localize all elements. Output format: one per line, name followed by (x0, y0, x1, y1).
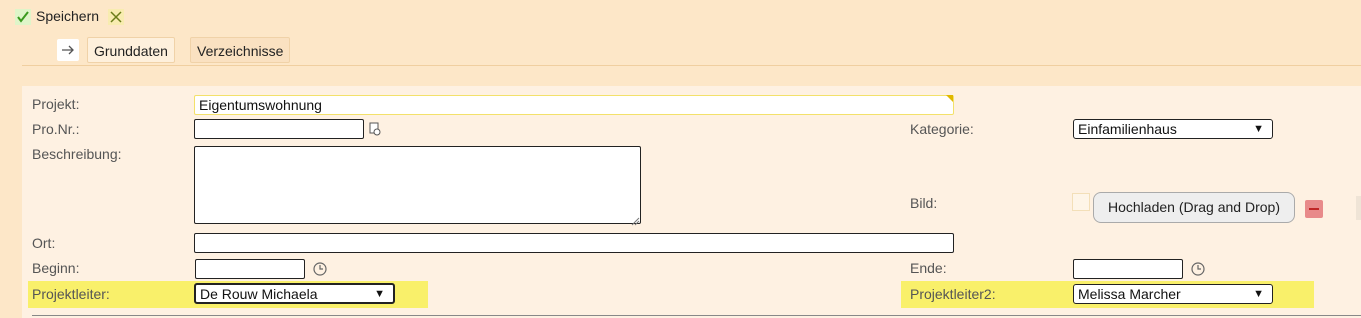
beginn-label: Beginn: (32, 260, 80, 276)
bild-label: Bild: (910, 195, 938, 211)
ende-label: Ende: (910, 260, 947, 276)
projektleiter-select[interactable]: De Rouw Michaela ▼ (194, 283, 395, 304)
upload-button[interactable]: Hochladen (Drag and Drop) (1093, 192, 1295, 223)
ende-calendar-clock-icon[interactable] (1190, 261, 1206, 277)
arrow-right-icon[interactable] (57, 39, 79, 61)
chevron-down-icon: ▼ (1253, 123, 1264, 135)
number-generator-icon[interactable] (368, 122, 382, 136)
projektleiter-label: Projektleiter: (32, 286, 110, 302)
kategorie-select[interactable]: Einfamilienhaus ▼ (1073, 119, 1273, 139)
tab-grunddaten[interactable]: Grunddaten (87, 37, 175, 63)
kategorie-label: Kategorie: (910, 121, 974, 137)
scrollbar-stub[interactable] (1356, 196, 1361, 220)
beginn-input[interactable] (195, 259, 305, 279)
save-button[interactable]: Speichern (36, 8, 99, 24)
cancel-icon[interactable] (108, 9, 124, 25)
ende-input[interactable] (1073, 259, 1183, 279)
beginn-calendar-clock-icon[interactable] (312, 261, 328, 277)
bottom-divider (32, 315, 1361, 316)
ort-label: Ort: (32, 235, 56, 251)
projektleiter2-select[interactable]: Melissa Marcher ▼ (1073, 284, 1273, 304)
pronr-input[interactable] (194, 119, 364, 139)
save-check-icon[interactable] (14, 8, 32, 26)
remove-image-button[interactable] (1305, 200, 1323, 218)
projektleiter-value: De Rouw Michaela (200, 286, 318, 302)
projektleiter2-label: Projektleiter2: (910, 286, 996, 302)
projekt-input[interactable]: Eigentumswohnung (194, 95, 954, 115)
ort-input[interactable] (194, 233, 954, 253)
tabs-divider (22, 65, 1361, 66)
kategorie-value: Einfamilienhaus (1078, 121, 1177, 137)
resize-handle-icon[interactable] (631, 213, 640, 226)
projektleiter2-value: Melissa Marcher (1078, 286, 1181, 302)
image-preview-placeholder (1072, 193, 1090, 211)
beschreibung-textarea[interactable] (194, 146, 641, 224)
tab-verzeichnisse[interactable]: Verzeichnisse (190, 37, 291, 63)
chevron-down-icon: ▼ (374, 288, 385, 300)
beschreibung-label: Beschreibung: (32, 146, 122, 162)
pronr-label: Pro.Nr.: (32, 121, 80, 137)
projekt-corner-marker (946, 95, 953, 102)
upload-button-label: Hochladen (Drag and Drop) (1108, 199, 1280, 215)
chevron-down-icon: ▼ (1253, 288, 1264, 300)
projekt-label: Projekt: (32, 96, 80, 112)
